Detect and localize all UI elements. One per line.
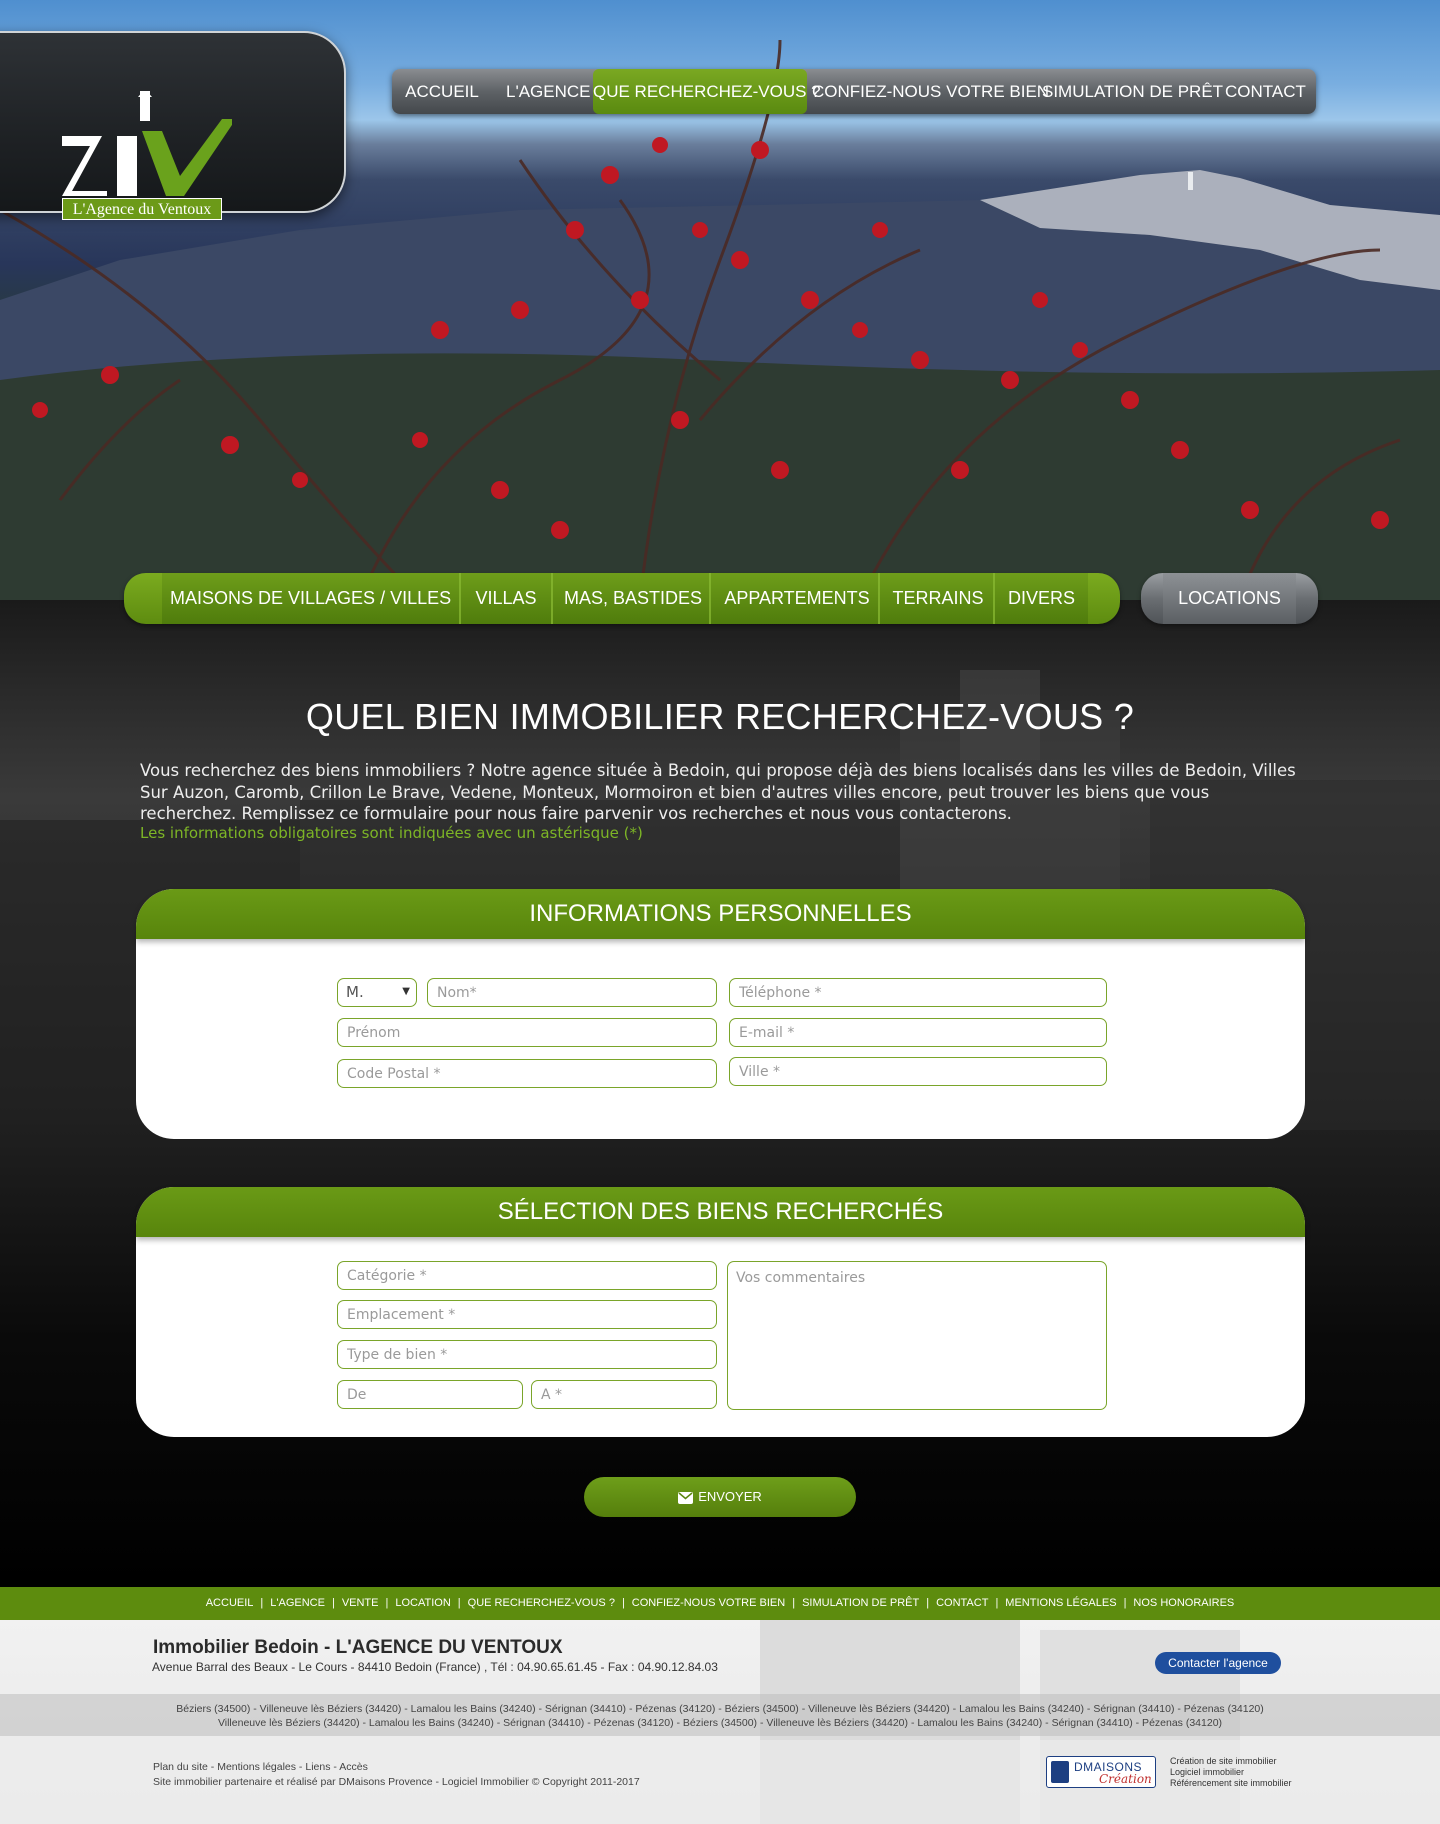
cat-maisons-villages[interactable]: MAISONS DE VILLAGES / VILLES (170, 573, 451, 624)
prenom-input[interactable] (337, 1018, 717, 1047)
separator: | (385, 1597, 389, 1609)
footer-link-contact[interactable]: CONTACT (936, 1597, 988, 1609)
telephone-input[interactable] (729, 978, 1107, 1007)
partner-services: Création de site immobilier Logiciel imm… (1170, 1756, 1292, 1789)
ville-input[interactable] (729, 1057, 1107, 1086)
civility-value: M. (346, 983, 364, 1001)
send-button[interactable]: ENVOYER (584, 1477, 856, 1517)
agency-logo (62, 91, 232, 196)
dmaisons-sub: Création (1099, 1772, 1152, 1786)
house-icon (1051, 1761, 1069, 1783)
footer-secondary-links: Plan du site - Mentions légales - Liens … (153, 1761, 368, 1773)
locations-button[interactable]: LOCATIONS (1141, 573, 1318, 624)
separator: | (621, 1597, 625, 1609)
separator: | (926, 1597, 930, 1609)
footer: Immobilier Bedoin - L'AGENCE DU VENTOUX … (0, 1620, 1440, 1824)
cat-mas-bastides[interactable]: MAS, BASTIDES (553, 573, 713, 624)
selection-header: SÉLECTION DES BIENS RECHERCHÉS (136, 1187, 1305, 1237)
commentaires-textarea[interactable] (727, 1261, 1107, 1410)
footer-link-simulation-pret[interactable]: SIMULATION DE PRÊT (802, 1597, 919, 1609)
nom-input[interactable] (427, 978, 717, 1007)
budget-max-input[interactable] (531, 1380, 717, 1409)
civility-select[interactable]: M. ▼ (337, 978, 417, 1007)
separator: | (260, 1597, 264, 1609)
budget-min-input[interactable] (337, 1380, 523, 1409)
chevron-down-icon: ▼ (402, 986, 410, 997)
nav-accueil[interactable]: ACCUEIL (392, 69, 492, 114)
contact-agency-button[interactable]: Contacter l'agence (1155, 1652, 1281, 1674)
envelope-icon (678, 1492, 694, 1504)
emplacement-input[interactable] (337, 1300, 717, 1329)
dmaisons-logo[interactable]: DMAISONS Création (1046, 1756, 1156, 1788)
footer-navigation: ACCUEIL | L'AGENCE | VENTE | LOCATION | QUE RECH… (0, 1587, 1440, 1620)
separator: | (457, 1597, 461, 1609)
footer-address: Avenue Barral des Beaux - Le Cours - 844… (152, 1660, 718, 1674)
nav-confiez-nous[interactable]: CONFIEZ-NOUS VOTRE BIEN (812, 69, 1049, 114)
email-input[interactable] (729, 1018, 1107, 1047)
partner-line: Logiciel immobilier (1170, 1767, 1245, 1777)
footer-link-agence[interactable]: L'AGENCE (270, 1597, 325, 1609)
nav-agence[interactable]: L'AGENCE (506, 69, 591, 114)
partner-line: Référencement site immobilier (1170, 1778, 1292, 1788)
footer-link-que-recherchez-vous[interactable]: QUE RECHERCHEZ-VOUS ? (468, 1597, 615, 1609)
code-postal-input[interactable] (337, 1059, 717, 1088)
plan-du-site-link[interactable]: Plan du site (153, 1761, 208, 1773)
separator: | (1123, 1597, 1127, 1609)
cat-appartements[interactable]: APPARTEMENTS (711, 573, 883, 624)
footer-towns: Béziers (34500) - Villeneuve lès Béziers… (150, 1702, 1290, 1730)
separator: | (331, 1597, 335, 1609)
cat-villas[interactable]: VILLAS (461, 573, 551, 624)
required-fields-note: Les informations obligatoires sont indiq… (140, 824, 643, 842)
footer-title: Immobilier Bedoin - L'AGENCE DU VENTOUX (153, 1637, 563, 1658)
towns-line-2: Villeneuve lès Béziers (34420) - Lamalou… (217, 1717, 1223, 1729)
acces-link[interactable]: Accès (339, 1761, 368, 1773)
categorie-input[interactable] (337, 1261, 717, 1290)
logo-caption: L'Agence du Ventoux (62, 198, 222, 220)
towns-line-1: Béziers (34500) - Villeneuve lès Béziers… (176, 1703, 1264, 1715)
partner-line: Création de site immobilier (1170, 1756, 1277, 1766)
personal-info-panel: INFORMATIONS PERSONNELLES M. ▼ (136, 889, 1305, 1139)
locations-label: LOCATIONS (1163, 573, 1296, 624)
personal-info-heading: INFORMATIONS PERSONNELLES (529, 900, 912, 927)
liens-link[interactable]: Liens (305, 1761, 330, 1773)
logo-panel[interactable]: L'Agence du Ventoux (0, 31, 346, 220)
separator: | (792, 1597, 796, 1609)
footer-link-vente[interactable]: VENTE (342, 1597, 379, 1609)
footer-link-location[interactable]: LOCATION (395, 1597, 450, 1609)
nav-simulation-pret[interactable]: SIMULATION DE PRÊT (1042, 69, 1223, 114)
selection-heading: SÉLECTION DES BIENS RECHERCHÉS (497, 1198, 944, 1225)
type-de-bien-input[interactable] (337, 1340, 717, 1369)
page-title: QUEL BIEN IMMOBILIER RECHERCHEZ-VOUS ? (305, 696, 1135, 737)
nav-contact[interactable]: CONTACT (1225, 69, 1306, 114)
nav-que-recherchez-vous[interactable]: QUE RECHERCHEZ-VOUS ? (593, 69, 821, 114)
cat-terrains[interactable]: TERRAINS (880, 573, 996, 624)
copyright-text: Site immobilier partenaire et réalisé pa… (153, 1776, 640, 1788)
footer-link-accueil[interactable]: ACCUEIL (206, 1597, 254, 1609)
main-navigation: ACCUEIL L'AGENCE QUE RECHERCHEZ-VOUS ? C… (392, 69, 1316, 114)
send-label: ENVOYER (698, 1489, 762, 1504)
footer-link-confiez-nous[interactable]: CONFIEZ-NOUS VOTRE BIEN (632, 1597, 785, 1609)
cat-divers[interactable]: DIVERS (995, 573, 1088, 624)
selection-panel: SÉLECTION DES BIENS RECHERCHÉS (136, 1187, 1305, 1437)
category-navigation: MAISONS DE VILLAGES / VILLES VILLAS MAS,… (124, 573, 1120, 624)
footer-link-honoraires[interactable]: NOS HONORAIRES (1133, 1597, 1234, 1609)
personal-info-header: INFORMATIONS PERSONNELLES (136, 889, 1305, 939)
intro-text: Vous recherchez des biens immobiliers ? … (140, 761, 1296, 823)
footer-link-mentions-legales[interactable]: MENTIONS LÉGALES (1005, 1597, 1116, 1609)
mentions-legales-link[interactable]: Mentions légales (217, 1761, 296, 1773)
separator: | (995, 1597, 999, 1609)
